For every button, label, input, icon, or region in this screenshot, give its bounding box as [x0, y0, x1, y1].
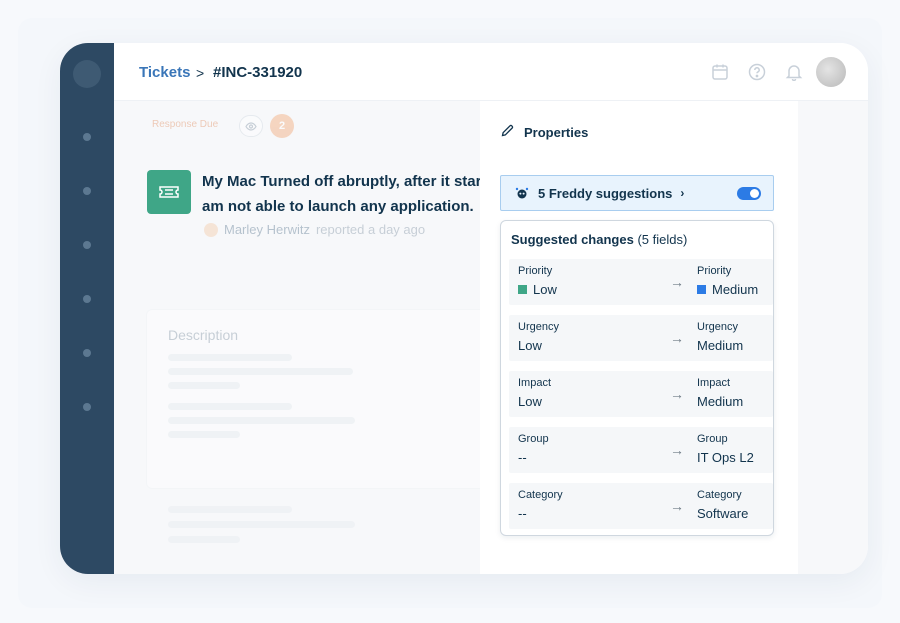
skeleton-line	[168, 536, 240, 543]
current-value: Urgency Low	[518, 321, 559, 353]
field-value: Medium	[697, 394, 744, 409]
suggestion-row-urgency[interactable]: Urgency Low → Urgency Medium	[509, 315, 773, 361]
suggested-value: Priority Medium	[697, 265, 758, 297]
field-value: Medium	[712, 282, 759, 297]
field-label: Category	[697, 489, 742, 501]
field-value: IT Ops L2	[697, 450, 754, 465]
field-value: Low	[518, 394, 542, 409]
suggested-changes-label: Suggested changes	[511, 232, 634, 247]
breadcrumb-tickets-link[interactable]: Tickets	[139, 64, 190, 81]
calendar-icon[interactable]	[711, 63, 729, 81]
skeleton-line	[168, 521, 355, 528]
pencil-icon[interactable]	[501, 124, 514, 140]
sidebar-item-1[interactable]	[83, 133, 91, 141]
sidebar-item-6[interactable]	[83, 403, 91, 411]
current-value: Group --	[518, 433, 549, 465]
freddy-toggle[interactable]	[737, 187, 761, 200]
field-label: Impact	[697, 377, 731, 389]
current-value: Priority Low	[518, 265, 557, 297]
sidebar-item-2[interactable]	[83, 187, 91, 195]
arrow-right-icon: →	[670, 386, 684, 402]
top-bar: Tickets > #INC-331920	[114, 43, 868, 101]
suggestion-row-impact[interactable]: Impact Low → Impact Medium	[509, 371, 773, 417]
priority-medium-swatch	[697, 285, 706, 294]
response-due-label: Response Due	[152, 119, 219, 130]
properties-header: Properties	[501, 124, 588, 140]
watcher-count-badge[interactable]: 2	[270, 114, 294, 138]
skeleton-line	[168, 506, 292, 513]
suggested-value: Category Software	[697, 489, 748, 521]
reporter-avatar	[204, 222, 218, 237]
field-label: Urgency	[697, 321, 738, 333]
suggested-changes-title: Suggested changes (5 fields)	[511, 232, 687, 247]
current-value: Category --	[518, 489, 563, 521]
field-value: --	[518, 450, 527, 465]
suggestion-row-group[interactable]: Group -- → Group IT Ops L2	[509, 427, 773, 473]
suggestion-row-priority[interactable]: Priority Low → Priority Medium	[509, 259, 773, 305]
arrow-right-icon: →	[670, 330, 684, 346]
suggested-value: Group IT Ops L2	[697, 433, 754, 465]
user-avatar[interactable]	[816, 57, 846, 87]
sidebar-item-4[interactable]	[83, 295, 91, 303]
app-logo[interactable]	[73, 60, 101, 88]
field-label: Group	[697, 433, 728, 445]
skeleton-line	[168, 417, 355, 424]
arrow-right-icon: →	[670, 442, 684, 458]
field-value: Low	[518, 338, 542, 353]
field-label: Impact	[518, 377, 552, 389]
eye-icon[interactable]	[239, 115, 263, 137]
suggested-changes-card: Suggested changes (5 fields) Priority Lo…	[500, 220, 774, 536]
breadcrumb-current-ticket: #INC-331920	[213, 64, 303, 81]
reporter-line: Marley Herwitz reported a day ago	[204, 222, 425, 237]
reporter-name[interactable]: Marley Herwitz	[224, 222, 310, 237]
skeleton-line	[168, 403, 292, 410]
field-label: Group	[518, 433, 549, 445]
priority-low-swatch	[518, 285, 527, 294]
freddy-suggestions-bar[interactable]: 5 Freddy suggestions ›	[500, 175, 774, 211]
field-value: Low	[533, 282, 557, 297]
arrow-right-icon: →	[670, 498, 684, 514]
ticket-icon	[147, 170, 191, 214]
toggle-knob	[750, 189, 759, 198]
breadcrumb-separator: >	[196, 65, 205, 81]
field-value: Software	[697, 506, 749, 521]
sidebar-item-3[interactable]	[83, 241, 91, 249]
chevron-right-icon[interactable]: ›	[680, 186, 684, 200]
skeleton-line	[168, 354, 292, 361]
properties-title: Properties	[524, 124, 589, 140]
freddy-suggestions-label: 5 Freddy suggestions	[538, 185, 673, 201]
description-title: Description	[168, 327, 239, 343]
field-label: Priority	[697, 265, 732, 277]
skeleton-line	[168, 431, 240, 438]
field-value: --	[518, 506, 527, 521]
bell-icon[interactable]	[785, 63, 803, 82]
sidebar-item-5[interactable]	[83, 349, 91, 357]
suggested-value: Impact Medium	[697, 377, 743, 409]
field-label: Category	[518, 489, 563, 501]
suggested-value: Urgency Medium	[697, 321, 743, 353]
field-label: Urgency	[518, 321, 559, 333]
current-value: Impact Low	[518, 377, 551, 409]
arrow-right-icon: →	[670, 274, 684, 290]
help-icon[interactable]	[748, 63, 766, 81]
bot-icon	[515, 186, 529, 200]
skeleton-line	[168, 368, 353, 375]
suggested-changes-count: (5 fields)	[637, 232, 688, 247]
field-label: Priority	[518, 265, 553, 277]
app-window: Tickets > #INC-331920 Response Due 2 My …	[60, 43, 868, 574]
skeleton-line	[168, 382, 240, 389]
field-value: Medium	[697, 338, 744, 353]
reported-time: reported a day ago	[315, 222, 426, 237]
properties-panel: Properties 5 Freddy suggestions › Sugges…	[480, 101, 798, 574]
suggestion-row-category[interactable]: Category -- → Category Software	[509, 483, 773, 529]
sidebar	[60, 43, 114, 574]
